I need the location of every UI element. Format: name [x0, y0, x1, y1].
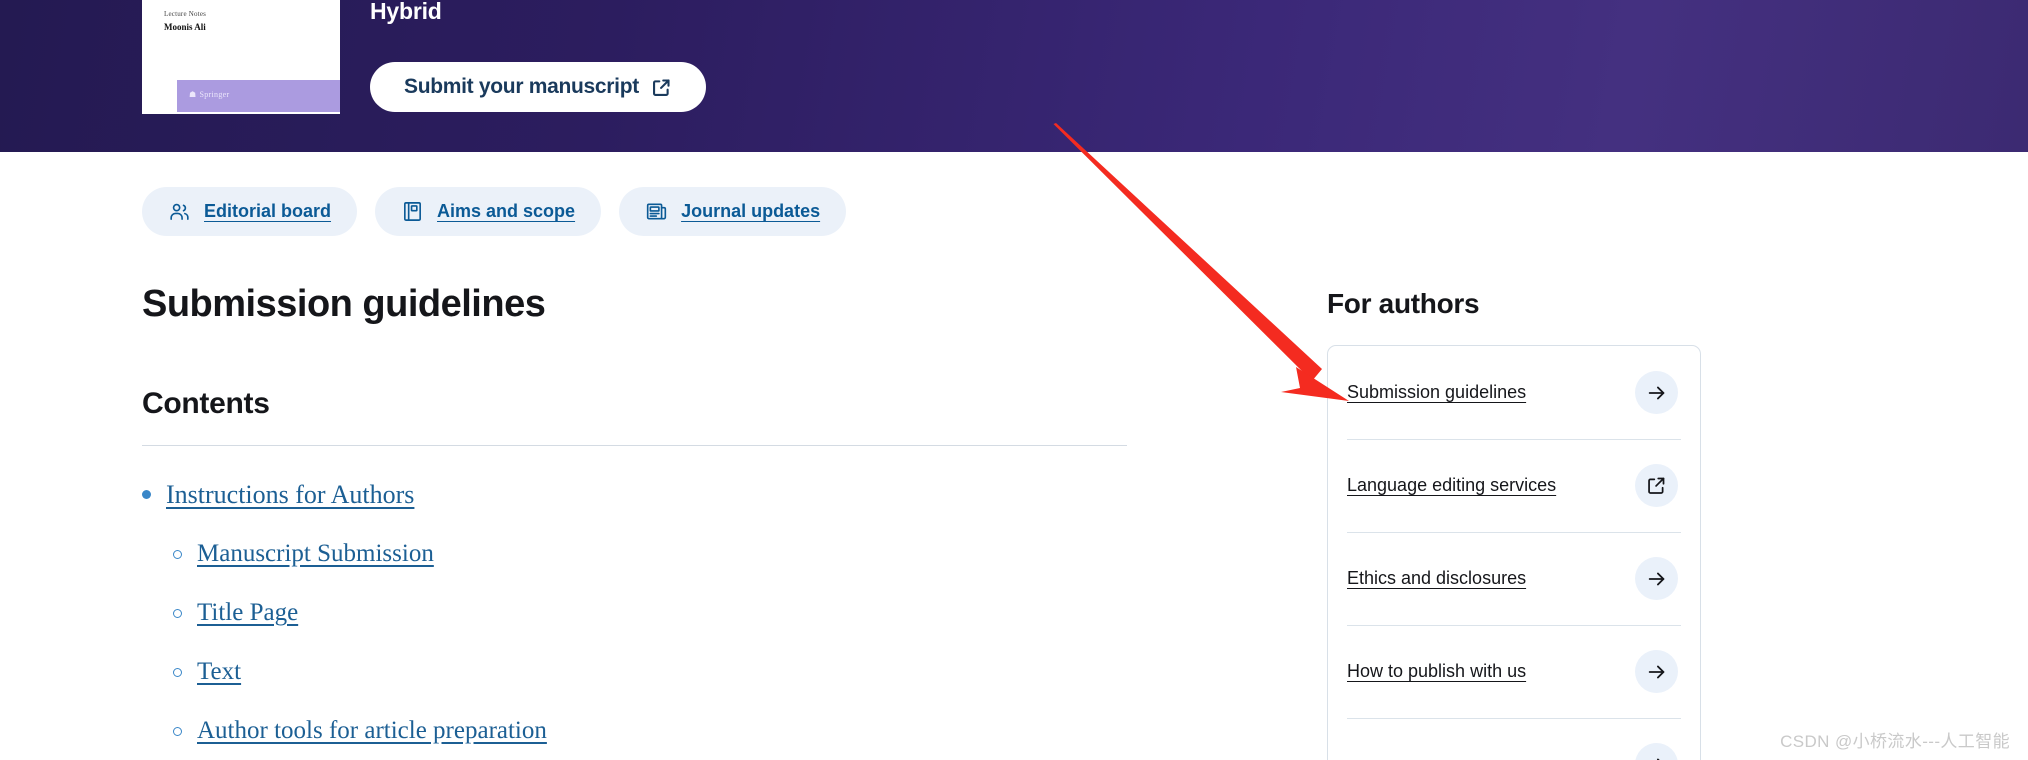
toc-item[interactable]: Text — [142, 657, 1127, 687]
toc-link[interactable]: Instructions for Authors — [166, 479, 414, 510]
toc-link[interactable]: Text — [197, 657, 241, 687]
sidebar-item-label: Ethics and disclosures — [1347, 568, 1527, 588]
toc-item[interactable]: Manuscript Submission — [142, 539, 1127, 569]
bullet-hollow-icon — [173, 667, 182, 677]
for-authors-sidebar: For authors Submission guidelines Langua… — [1327, 288, 1701, 760]
cover-purple-band: ☗ Springer — [177, 80, 340, 112]
bullet-hollow-icon — [173, 726, 182, 736]
journal-cover-thumbnail: Lecture Notes Moonis Ali ☗ Springer — [142, 0, 340, 114]
newspaper-icon — [645, 200, 668, 223]
external-link-icon — [1635, 464, 1678, 507]
csdn-watermark: CSDN @小桥流水---人工智能 — [1780, 732, 2010, 751]
main-content-column: Submission guidelines Contents Instructi… — [142, 283, 1127, 760]
journal-hero-banner: Lecture Notes Moonis Ali ☗ Springer Hybri… — [0, 0, 2028, 152]
table-of-contents-list: Instructions for Authors Manuscript Subm… — [142, 479, 1127, 760]
submit-button-label: Submit your manuscript — [404, 75, 639, 98]
bullet-filled-icon — [142, 489, 151, 499]
arrow-right-icon — [1635, 743, 1678, 760]
cover-publisher-name: Springer — [199, 90, 230, 99]
sidebar-item-submission-guidelines[interactable]: Submission guidelines — [1328, 346, 1700, 439]
pill-journal-updates[interactable]: Journal updates — [619, 187, 847, 236]
for-authors-link-card: Submission guidelines Language editing s… — [1327, 345, 1701, 760]
bullet-hollow-icon — [173, 608, 182, 618]
sidebar-item-label: How to publish with us — [1347, 661, 1527, 681]
pill-label: Editorial board — [204, 201, 332, 221]
quick-links-pill-row: Editorial board Aims and scope Journal u… — [142, 187, 847, 236]
toc-link[interactable]: Title Page — [197, 598, 298, 628]
sidebar-item-ethics-and-disclosures[interactable]: Ethics and disclosures — [1328, 532, 1700, 625]
hybrid-access-label: Hybrid — [370, 0, 442, 24]
toc-item[interactable]: Title Page — [142, 598, 1127, 628]
submit-your-manuscript-button[interactable]: Submit your manuscript — [370, 62, 706, 112]
cover-top-line: Lecture Notes — [164, 10, 207, 18]
toc-item[interactable]: Instructions for Authors — [142, 479, 1127, 510]
sidebar-item-label: Language editing services — [1347, 475, 1557, 495]
contents-heading: Contents — [142, 386, 270, 420]
pill-editorial-board[interactable]: Editorial board — [142, 187, 358, 236]
toc-link[interactable]: Manuscript Submission — [197, 539, 434, 569]
cover-publisher-logo: ☗ Springer — [189, 90, 229, 99]
arrow-right-icon — [1635, 557, 1678, 600]
bullet-hollow-icon — [173, 549, 182, 559]
toc-link[interactable]: Author tools for article preparation — [197, 716, 547, 746]
sidebar-item-label: Submission guidelines — [1347, 382, 1527, 402]
pill-label: Journal updates — [681, 201, 821, 221]
users-icon — [168, 200, 191, 223]
arrow-right-icon — [1635, 371, 1678, 414]
cover-author-name: Moonis Ali — [164, 22, 206, 32]
toc-item[interactable]: Author tools for article preparation — [142, 716, 1127, 746]
page-root: Lecture Notes Moonis Ali ☗ Springer Hybri… — [0, 0, 2028, 760]
pill-aims-and-scope[interactable]: Aims and scope — [375, 187, 602, 236]
pill-label: Aims and scope — [437, 201, 576, 221]
arrow-right-icon — [1635, 650, 1678, 693]
book-icon — [401, 200, 424, 223]
springer-glyph-icon: ☗ — [189, 90, 197, 99]
sidebar-item-partially-visible[interactable] — [1328, 718, 1700, 760]
sidebar-item-language-editing-services[interactable]: Language editing services — [1328, 439, 1700, 532]
contents-divider — [142, 444, 1127, 446]
sidebar-title: For authors — [1327, 288, 1480, 319]
sidebar-item-how-to-publish-with-us[interactable]: How to publish with us — [1328, 625, 1700, 718]
page-title: Submission guidelines — [142, 283, 546, 325]
external-link-icon — [651, 77, 672, 98]
